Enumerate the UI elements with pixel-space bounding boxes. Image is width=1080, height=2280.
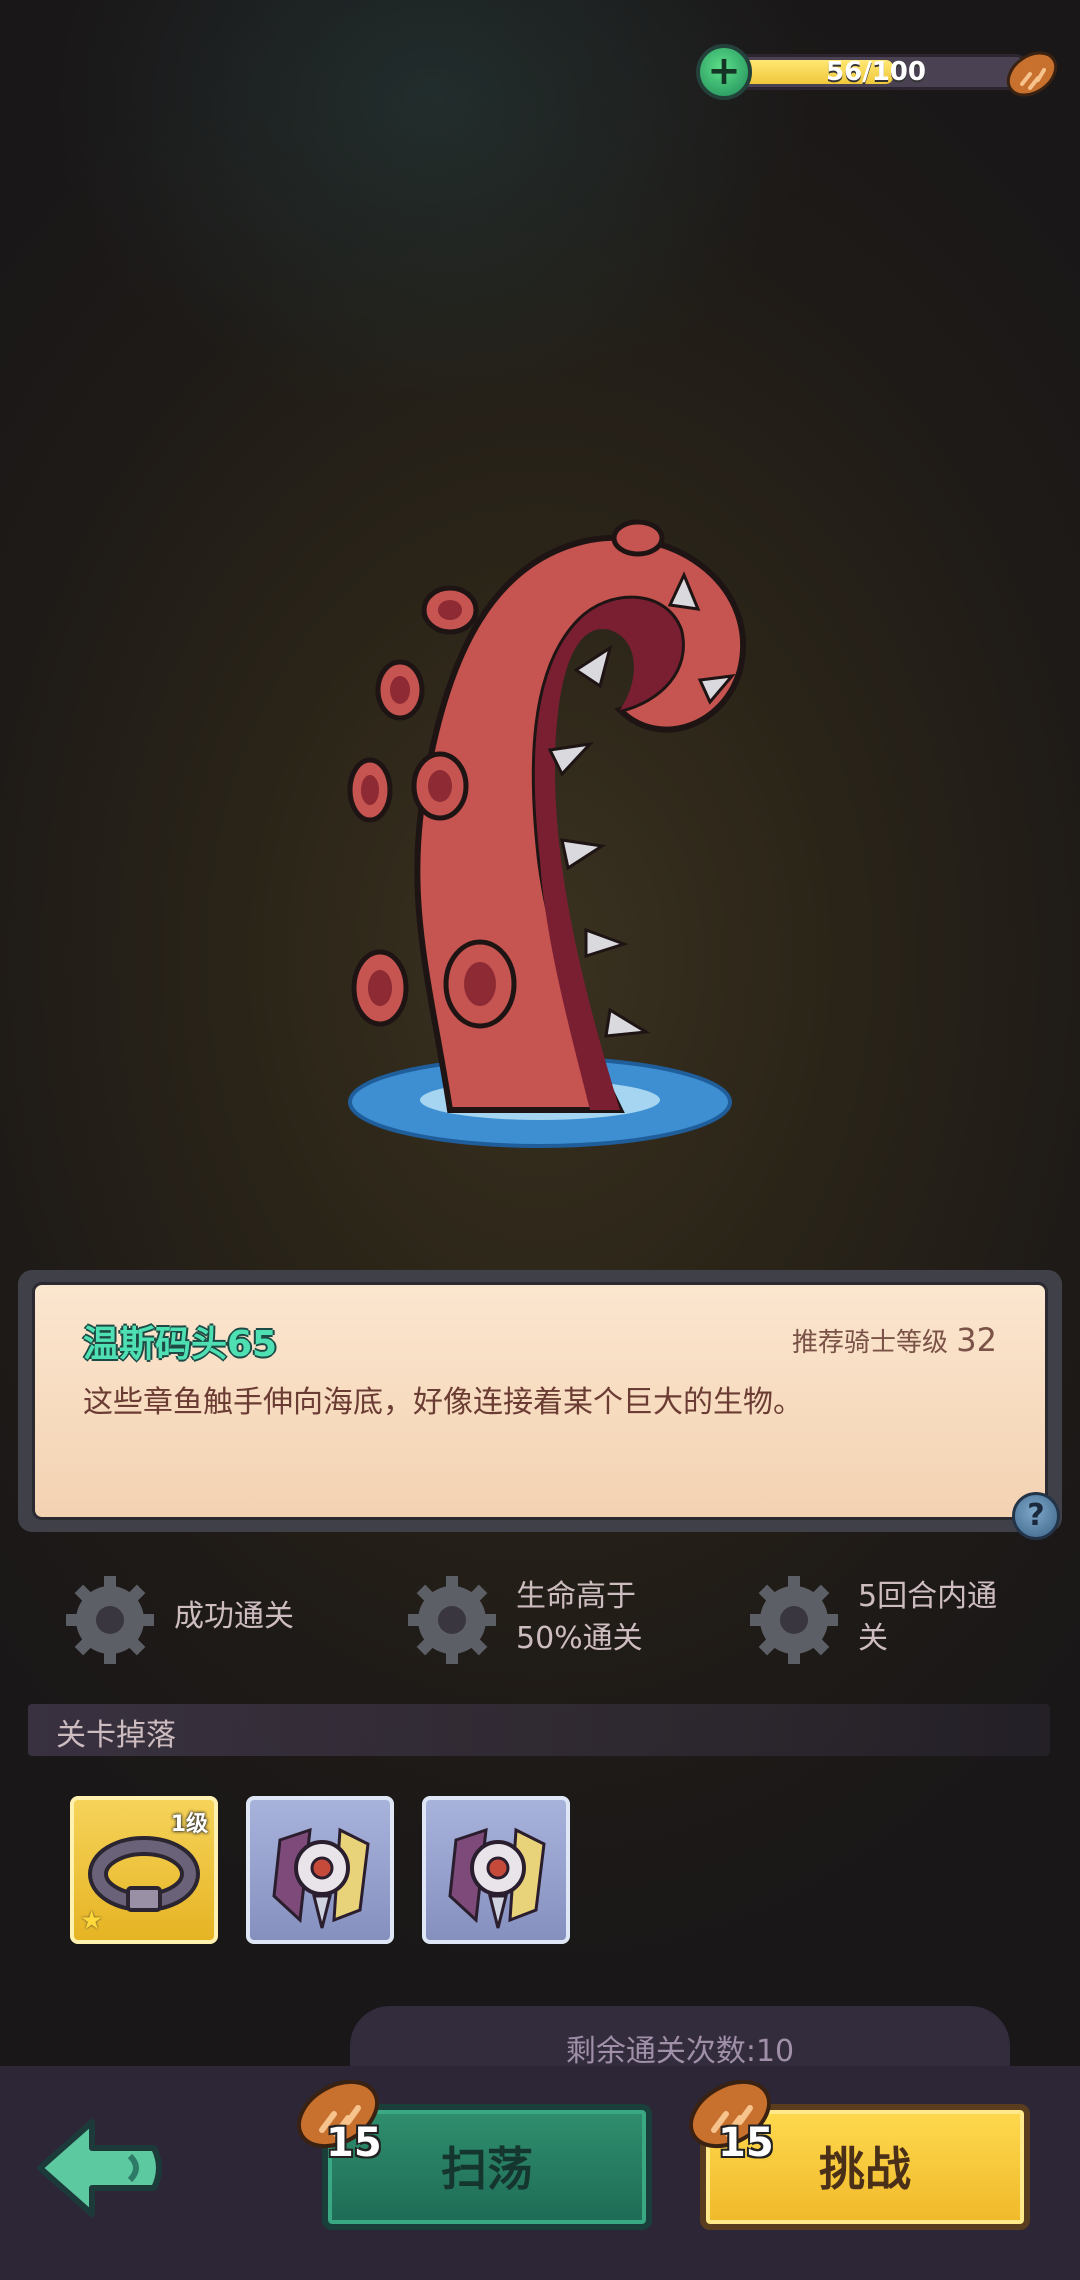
condition-item: 生命高于 50%通关 [402,1562,702,1672]
gear-icon [66,1576,154,1664]
stamina-value: 56/100 [826,57,926,87]
condition-text-line1: 5回合内通 [858,1579,998,1614]
challenge-cost: 15 [680,2068,800,2178]
condition-text: 生命高于 50%通关 [516,1576,643,1660]
condition-text: 成功通关 [174,1599,294,1634]
recommended-level-label: 推荐骑士等级 [792,1328,949,1358]
condition-item: 成功通关 [60,1562,360,1672]
drop-item-cloak[interactable] [246,1796,394,1944]
stamina-bar: 56/100 + [696,44,1062,100]
gear-icon [750,1576,838,1664]
remaining-clears: 剩余通关次数:10 [565,2034,795,2069]
add-stamina-button[interactable]: + [696,44,752,100]
condition-text-line2: 50%通关 [516,1621,643,1656]
stage-name: 温斯码头65 [83,1324,278,1365]
drop-item-belt[interactable]: 1级 ★ [70,1796,218,1944]
stage-description: 这些章鱼触手伸向海底，好像连接着某个巨大的生物。 [83,1385,803,1420]
back-arrow-button[interactable] [30,2108,170,2228]
cloak-pendant-icon [272,1827,370,1929]
help-button[interactable]: ? [1012,1492,1060,1540]
stage-info-panel: 温斯码头65 推荐骑士等级 32 这些章鱼触手伸向海底，好像连接着某个巨大的生物… [18,1270,1062,1540]
drops-header: 关卡掉落 [28,1704,1050,1756]
condition-item: 5回合内通 关 [744,1562,1044,1672]
recommended-level-value: 32 [956,1321,997,1359]
condition-text-line1: 生命高于 [516,1579,636,1614]
condition-text: 5回合内通 关 [858,1576,997,1660]
bread-icon [1006,51,1058,97]
sweep-cost-value: 15 [326,2120,382,2166]
star-icon: ★ [80,1906,104,1936]
drops-header-label: 关卡掉落 [56,1718,176,1753]
sweep-cost: 15 [288,2068,408,2178]
gear-icon [408,1576,496,1664]
drop-item-cloak[interactable] [422,1796,570,1944]
condition-text-line2: 关 [858,1621,888,1656]
cloak-pendant-icon [448,1827,546,1929]
recommended-level: 推荐骑士等级 32 [792,1321,997,1359]
challenge-cost-value: 15 [718,2120,774,2166]
parchment: 温斯码头65 推荐骑士等级 32 这些章鱼触手伸向海底，好像连接着某个巨大的生物… [32,1282,1048,1520]
octopus-tentacle-image [347,519,747,1148]
item-level: 1级 [170,1812,208,1837]
